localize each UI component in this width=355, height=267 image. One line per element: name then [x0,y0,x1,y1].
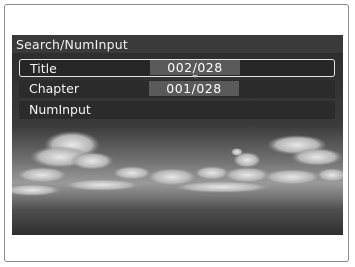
screen-title: Search/NumInput [16,37,128,52]
menu-item-label: Title [30,61,57,76]
menu-item-label: Chapter [29,81,79,96]
title-number-value: 002/028 [150,60,240,75]
chapter-number-value: 001/028 [149,81,239,96]
menu-item-title[interactable]: Title 002/028 [19,59,335,78]
caret-down-icon [192,75,198,78]
menu-item-numinput[interactable]: NumInput [19,101,335,119]
menu-item-label: NumInput [29,102,91,117]
ground-strip [12,211,343,235]
display-screen: Search/NumInput Title 002/028 Chapter 00… [12,35,343,235]
menu-item-chapter[interactable]: Chapter 001/028 [19,80,335,98]
title-bar: Search/NumInput [12,35,343,53]
